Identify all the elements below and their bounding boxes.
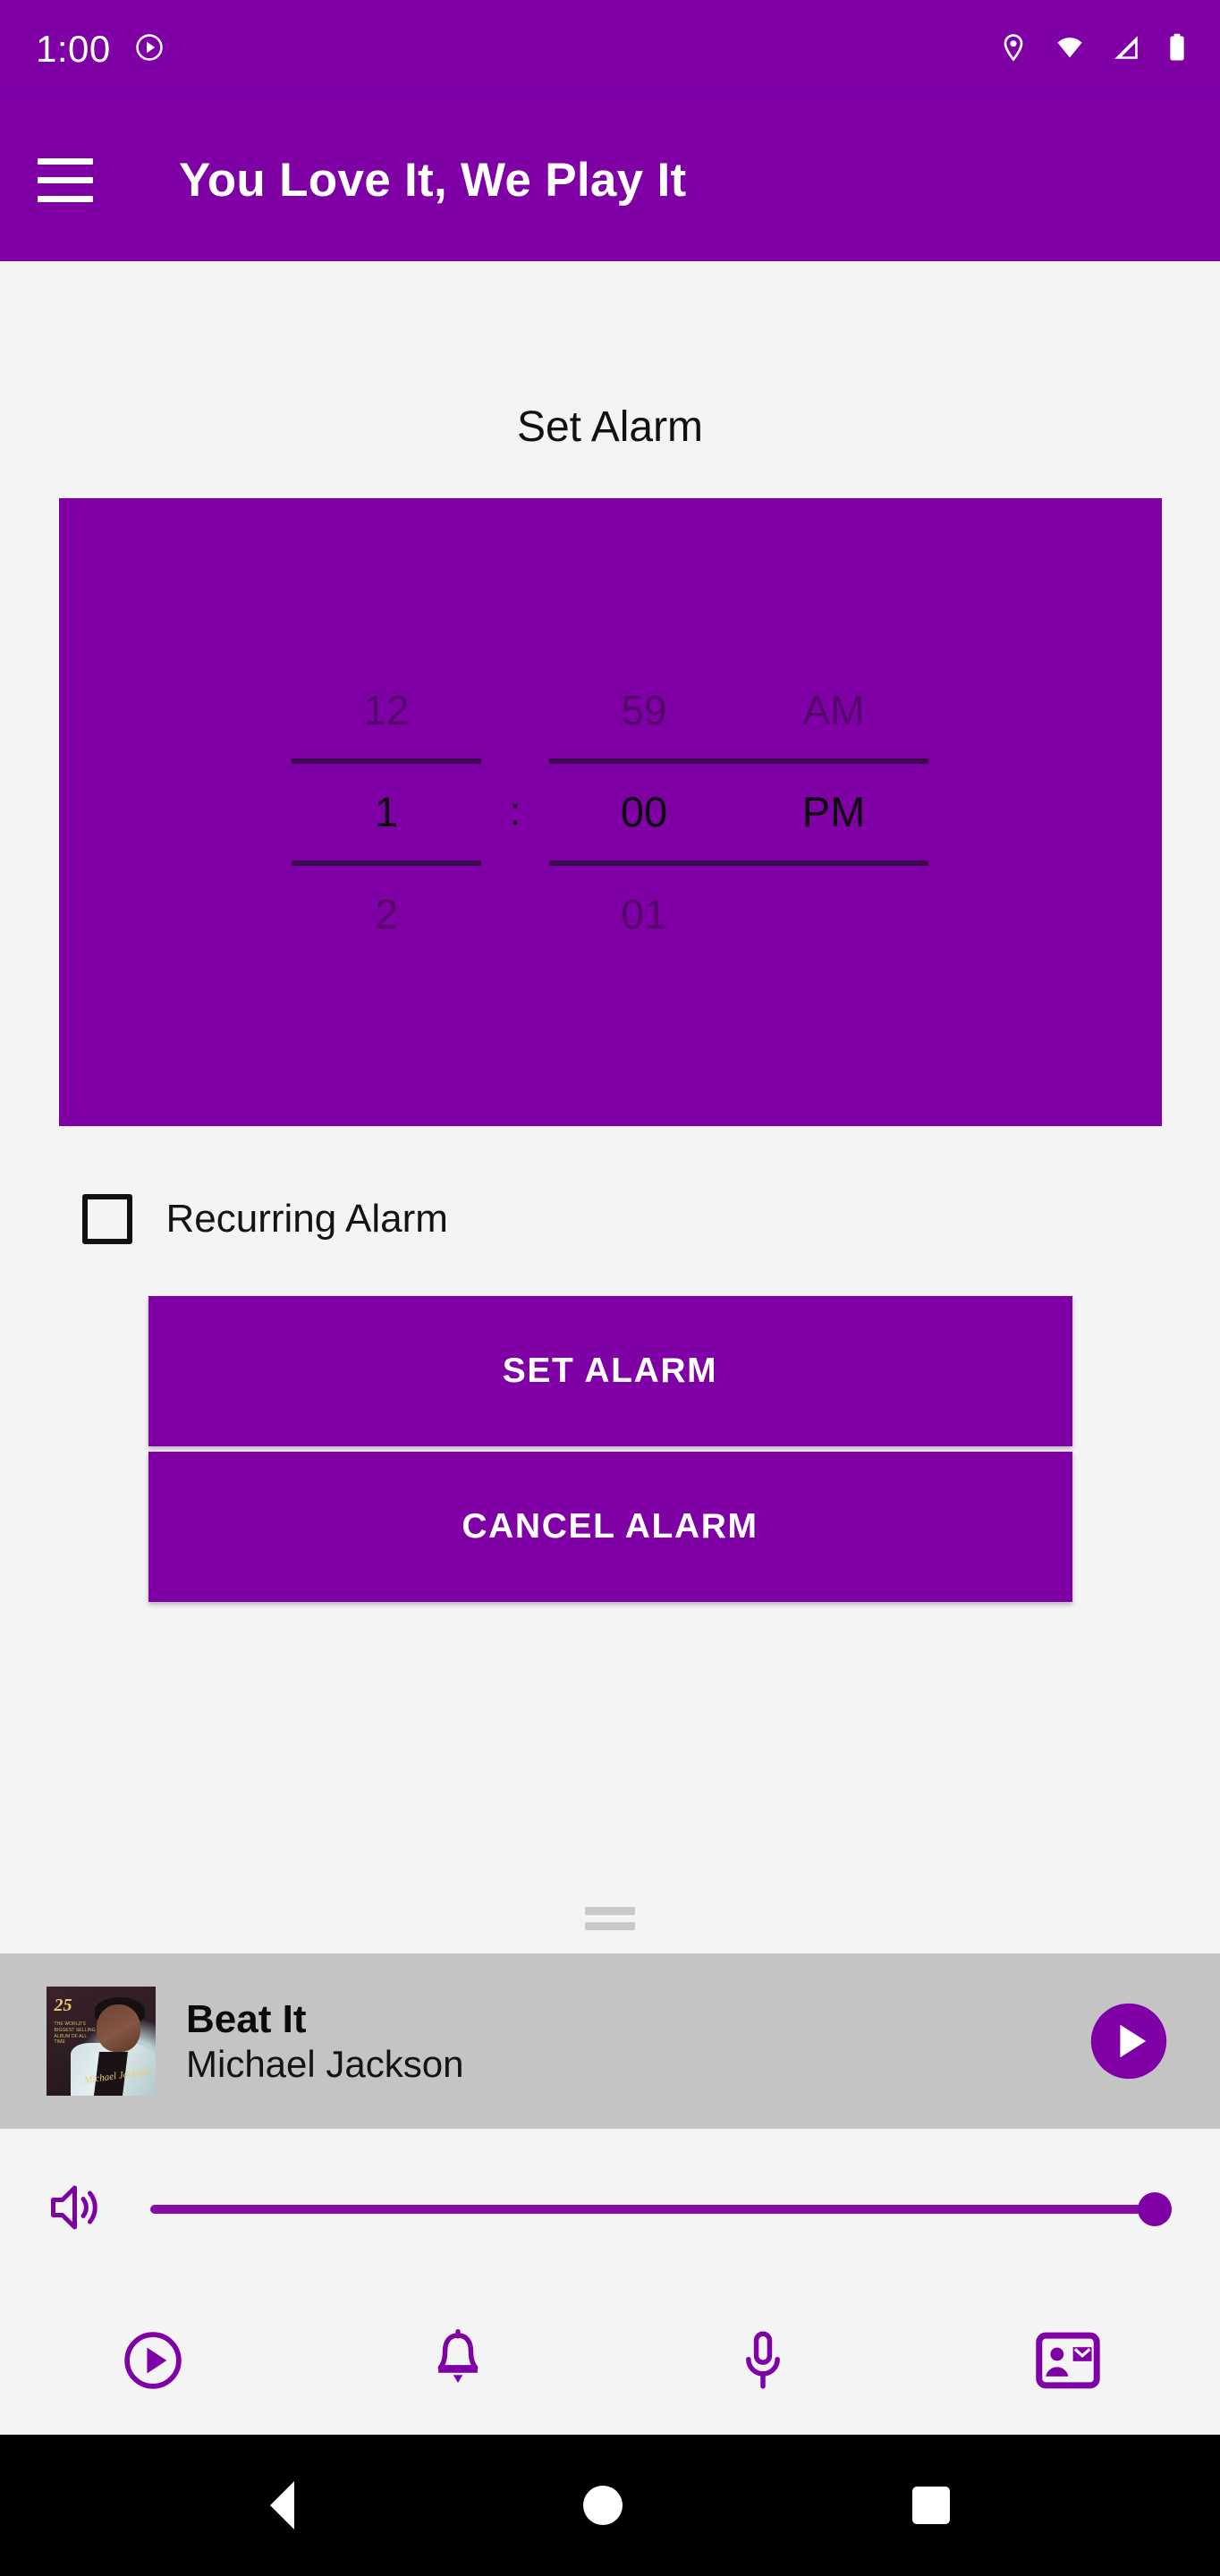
time-picker[interactable]: 12 1 2 : 59 00 01 AM PM	[58, 498, 1162, 1126]
status-clock: 1:00	[36, 28, 111, 70]
hour-next-value[interactable]: 2	[292, 866, 481, 962]
album-art-tagline: THE WORLD'S BIGGEST SELLING ALBUM OF ALL…	[54, 2021, 96, 2046]
recurring-alarm-label: Recurring Alarm	[165, 1197, 448, 1241]
hamburger-line	[38, 195, 93, 202]
hour-previous-value[interactable]: 12	[292, 662, 481, 758]
bell-icon	[428, 2328, 487, 2396]
status-bar-right	[998, 32, 1188, 67]
minute-previous-value[interactable]: 59	[549, 662, 739, 758]
hamburger-line	[38, 176, 93, 183]
play-circle-icon	[134, 32, 165, 67]
hamburger-line	[38, 157, 93, 165]
tab-voice[interactable]	[610, 2290, 915, 2435]
album-art-badge: 25	[54, 1995, 72, 2015]
location-pin-icon	[998, 32, 1029, 67]
android-navigation-bar	[0, 2435, 1220, 2576]
minute-selected-value[interactable]: 00	[549, 764, 739, 860]
battery-icon	[1166, 32, 1188, 67]
back-triangle	[269, 2481, 294, 2529]
tab-alarm[interactable]	[305, 2290, 610, 2435]
recents-square	[912, 2487, 951, 2524]
home-circle	[583, 2486, 623, 2525]
media-play-button[interactable]	[1088, 2000, 1170, 2082]
drag-handle-bar	[585, 1922, 635, 1930]
colon-label: :	[509, 790, 521, 834]
app-root: 1:00 You Love It, We Play It Set Alarm 1…	[0, 0, 1220, 2576]
recurring-alarm-row[interactable]: Recurring Alarm	[59, 1194, 1162, 1244]
bottom-tab-bar	[0, 2290, 1220, 2435]
set-alarm-button[interactable]: SET ALARM	[148, 1296, 1072, 1446]
recurring-alarm-checkbox[interactable]	[81, 1194, 132, 1244]
volume-slider-track	[150, 2205, 1166, 2214]
page-title: Set Alarm	[516, 403, 704, 451]
period-selected-value[interactable]: PM	[739, 764, 928, 860]
square-recents-icon[interactable]	[912, 2487, 951, 2524]
volume-slider-thumb[interactable]	[1138, 2192, 1172, 2226]
album-art-face	[97, 2004, 140, 2053]
app-bar: You Love It, We Play It	[0, 98, 1220, 261]
hour-selected-value[interactable]: 1	[292, 764, 481, 860]
play-circle-outline-icon	[122, 2329, 184, 2396]
alarm-action-buttons: SET ALARM CANCEL ALARM	[148, 1296, 1072, 1602]
wifi-icon	[1054, 32, 1086, 67]
contact-card-icon	[1035, 2331, 1101, 2394]
volume-slider[interactable]	[150, 2182, 1172, 2236]
period-next-value[interactable]	[739, 866, 928, 962]
media-track-title: Beat It	[186, 1996, 307, 2041]
minute-spinner[interactable]: 59 00 01	[549, 662, 739, 962]
media-player-bar: 25 THE WORLD'S BIGGEST SELLING ALBUM OF …	[0, 1953, 1220, 2129]
drag-handle-bar	[585, 1907, 635, 1915]
cancel-alarm-button[interactable]: CANCEL ALARM	[148, 1452, 1072, 1602]
status-bar-left: 1:00	[36, 28, 165, 71]
hour-spinner[interactable]: 12 1 2	[292, 662, 481, 962]
time-picker-columns: 12 1 2 : 59 00 01 AM PM	[59, 662, 1162, 962]
volume-control-row	[0, 2129, 1220, 2290]
tab-player[interactable]	[0, 2290, 305, 2435]
bottom-sheet-drag-handle[interactable]	[0, 1907, 1220, 1953]
time-separator: :	[481, 662, 549, 962]
hamburger-menu-icon[interactable]	[38, 152, 93, 208]
status-bar: 1:00	[0, 0, 1220, 98]
microphone-icon	[735, 2329, 791, 2396]
speaker-volume-icon[interactable]	[47, 2178, 109, 2241]
period-spinner[interactable]: AM PM	[739, 662, 928, 962]
main-content: Set Alarm 12 1 2 : 59 00 01 AM PM Recurr…	[0, 261, 1220, 1953]
triangle-back-icon[interactable]	[269, 2481, 294, 2529]
media-track-info: Beat It Michael Jackson	[186, 1997, 1088, 2085]
app-bar-title: You Love It, We Play It	[179, 153, 687, 207]
period-previous-value[interactable]: AM	[739, 662, 928, 758]
minute-next-value[interactable]: 01	[549, 866, 739, 962]
tab-contacts[interactable]	[915, 2290, 1220, 2435]
circle-home-icon[interactable]	[583, 2486, 623, 2525]
album-art-image: 25 THE WORLD'S BIGGEST SELLING ALBUM OF …	[47, 1987, 156, 2096]
media-track-artist: Michael Jackson	[186, 2043, 464, 2086]
cellular-signal-icon	[1111, 32, 1141, 67]
